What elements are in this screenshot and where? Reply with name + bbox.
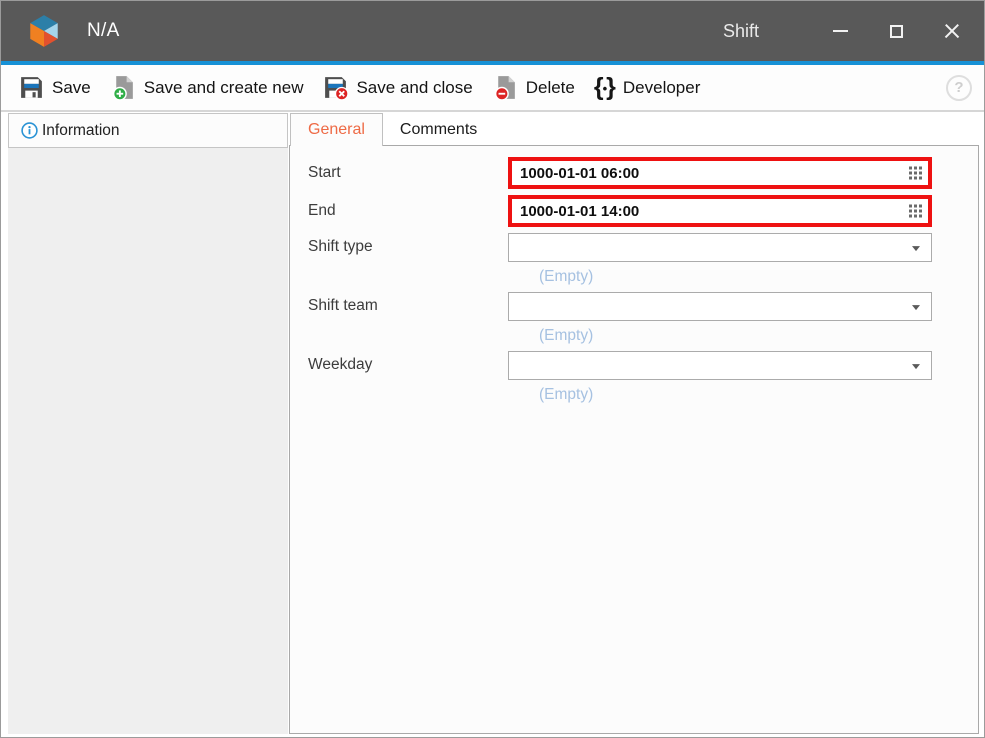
shift-type-label: Shift type [308, 238, 373, 256]
weekday-label: Weekday [308, 356, 372, 374]
general-tab-panel: Start 1000-01-01 06:00 End 1000-01-01 14… [289, 145, 979, 734]
sidebar-item-information[interactable]: Information [8, 113, 288, 148]
weekday-dropdown[interactable] [508, 351, 932, 380]
developer-button[interactable]: {•} Developer [587, 71, 708, 104]
shift-editor-window: N/A Shift [0, 0, 985, 738]
close-button[interactable] [924, 1, 980, 61]
start-label: Start [308, 164, 341, 182]
weekday-empty-hint: (Empty) [539, 386, 593, 404]
sidebar-panel [8, 148, 288, 734]
end-value: 1000-01-01 14:00 [512, 203, 639, 220]
delete-button-label: Delete [526, 78, 575, 98]
floppy-close-icon [322, 74, 349, 101]
document-plus-icon [110, 74, 137, 101]
save-button-label: Save [52, 78, 91, 98]
save-and-create-new-button-label: Save and create new [144, 78, 304, 98]
save-and-close-button[interactable]: Save and close [315, 70, 479, 105]
help-button[interactable]: ? [946, 75, 972, 101]
save-and-close-button-label: Save and close [356, 78, 472, 98]
code-braces-icon: {•} [594, 75, 616, 100]
window-controls [812, 1, 980, 61]
info-icon [21, 122, 38, 139]
developer-button-label: Developer [623, 78, 701, 98]
save-floppy-icon [18, 74, 45, 101]
save-button[interactable]: Save [11, 70, 98, 105]
shift-team-label: Shift team [308, 297, 378, 315]
chevron-down-icon [912, 364, 920, 369]
shift-type-empty-hint: (Empty) [539, 268, 593, 286]
maximize-button[interactable] [868, 1, 924, 61]
tab-comments-label: Comments [400, 121, 477, 139]
app-logo-icon [25, 12, 63, 50]
tab-strip: General Comments [290, 113, 494, 146]
close-icon [944, 23, 960, 39]
end-label: End [308, 202, 336, 220]
end-datetime-field[interactable]: 1000-01-01 14:00 [508, 195, 932, 227]
save-and-create-new-button[interactable]: Save and create new [103, 70, 311, 105]
window-entity-title: Shift [723, 1, 759, 61]
start-value: 1000-01-01 06:00 [512, 165, 639, 182]
chevron-down-icon [912, 246, 920, 251]
sidebar-item-label: Information [42, 122, 120, 140]
window-document-title: N/A [87, 1, 120, 61]
titlebar: N/A Shift [1, 1, 985, 61]
tab-general-label: General [308, 121, 365, 139]
tab-comments[interactable]: Comments [383, 113, 494, 146]
shift-type-dropdown[interactable] [508, 233, 932, 262]
delete-button[interactable]: Delete [485, 70, 582, 105]
shift-team-dropdown[interactable] [508, 292, 932, 321]
document-minus-icon [492, 74, 519, 101]
datetime-picker-grid-icon[interactable] [909, 167, 922, 180]
minimize-icon [833, 30, 848, 32]
shift-team-empty-hint: (Empty) [539, 327, 593, 345]
start-datetime-field[interactable]: 1000-01-01 06:00 [508, 157, 932, 189]
maximize-icon [890, 25, 903, 38]
toolbar-separator [1, 110, 985, 112]
chevron-down-icon [912, 305, 920, 310]
help-icon: ? [954, 79, 963, 96]
minimize-button[interactable] [812, 1, 868, 61]
tab-general[interactable]: General [290, 113, 383, 146]
toolbar: Save Save and create new [1, 65, 985, 110]
datetime-picker-grid-icon[interactable] [909, 205, 922, 218]
